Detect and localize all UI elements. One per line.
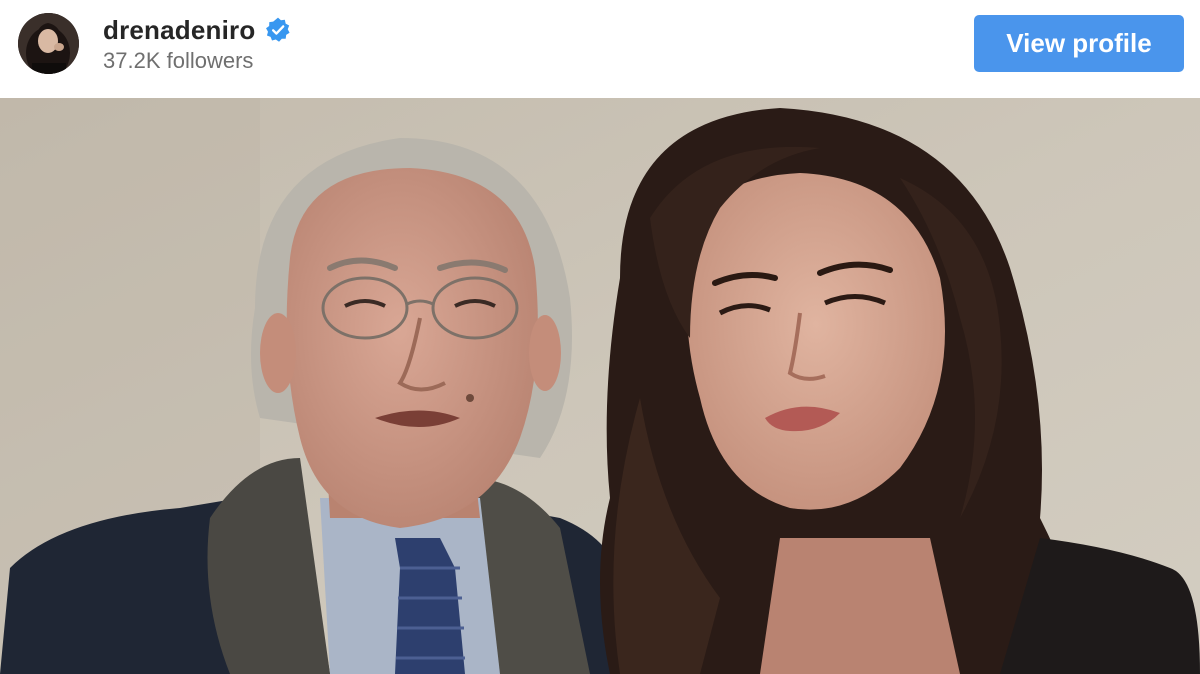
followers-count: 37.2K followers xyxy=(103,48,254,73)
username-row: drenadeniro xyxy=(103,14,291,46)
profile-header: drenadeniro 37.2K followers View profile xyxy=(0,0,1200,98)
username[interactable]: drenadeniro xyxy=(103,15,255,46)
avatar[interactable] xyxy=(18,13,79,74)
verified-badge-icon xyxy=(266,17,291,42)
avatar-photo-icon xyxy=(18,13,79,74)
view-profile-button[interactable]: View profile xyxy=(974,15,1184,72)
post-image[interactable] xyxy=(0,98,1200,674)
post-photo-icon xyxy=(0,98,1200,674)
